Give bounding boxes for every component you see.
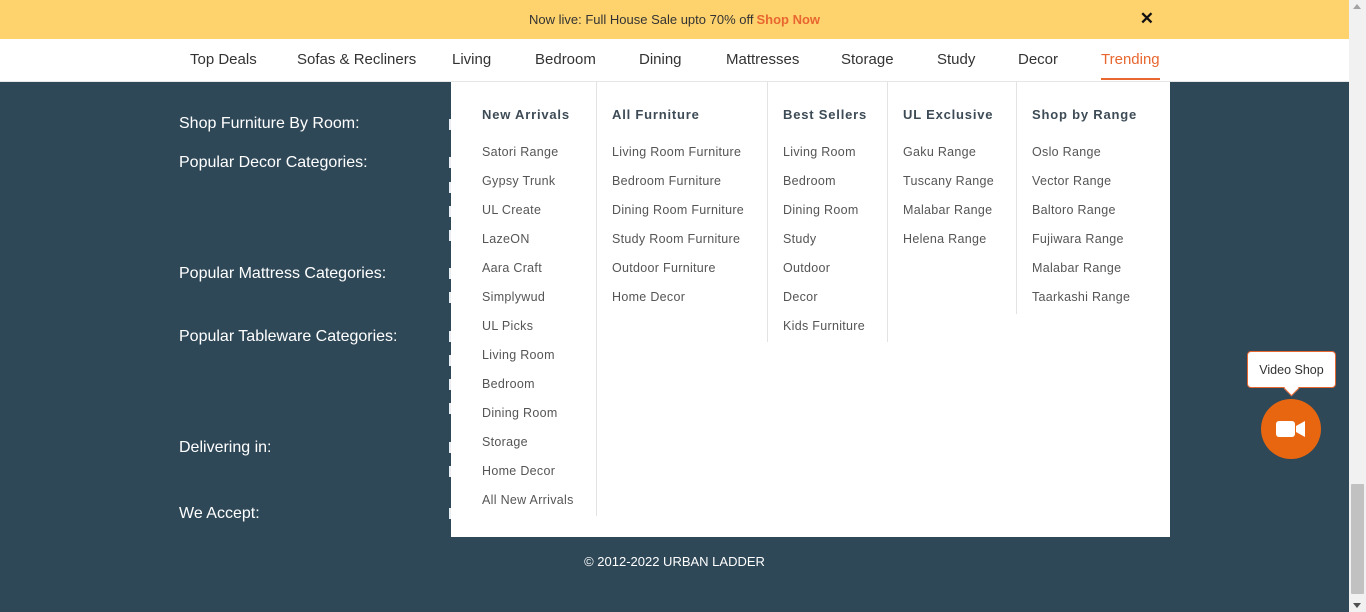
menu-item[interactable]: LazeON xyxy=(482,232,574,261)
video-camera-icon xyxy=(1276,421,1305,437)
menu-item[interactable]: Living Room xyxy=(482,348,574,377)
nav-dining[interactable]: Dining xyxy=(639,51,682,68)
menu-item[interactable]: Malabar Range xyxy=(903,203,994,232)
menu-heading-all-furniture[interactable]: All Furniture xyxy=(612,107,700,122)
trending-mega-menu: New Arrivals Satori Range Gypsy Trunk UL… xyxy=(451,82,1170,537)
menu-item[interactable]: Home Decor xyxy=(612,290,744,319)
nav-mattresses[interactable]: Mattresses xyxy=(726,51,799,68)
menu-item[interactable]: UL Picks xyxy=(482,319,574,348)
menu-item[interactable]: Decor xyxy=(783,290,865,319)
nav-storage[interactable]: Storage xyxy=(841,51,894,68)
menu-item[interactable]: Tuscany Range xyxy=(903,174,994,203)
close-icon[interactable]: ✕ xyxy=(1140,9,1154,29)
nav-study[interactable]: Study xyxy=(937,51,975,68)
menu-column-shop-by-range: Shop by Range Oslo Range Vector Range Ba… xyxy=(1016,82,1170,314)
scrollbar-thumb[interactable] xyxy=(1351,484,1364,594)
nav-decor[interactable]: Decor xyxy=(1018,51,1058,68)
main-nav: Top Deals Sofas & Recliners Living Bedro… xyxy=(0,39,1349,82)
scroll-up-icon[interactable] xyxy=(1353,4,1361,9)
footer-label-accept: We Accept: xyxy=(179,505,260,522)
menu-item[interactable]: Storage xyxy=(482,435,574,464)
video-shop-tooltip[interactable]: Video Shop xyxy=(1247,351,1336,388)
nav-trending[interactable]: Trending xyxy=(1101,51,1160,80)
menu-item[interactable]: Baltoro Range xyxy=(1032,203,1130,232)
menu-item[interactable]: Taarkashi Range xyxy=(1032,290,1130,319)
menu-item[interactable]: Living Room Furniture xyxy=(612,145,744,174)
copyright-text: © 2012-2022 URBAN LADDER xyxy=(584,554,765,569)
menu-item[interactable]: Vector Range xyxy=(1032,174,1130,203)
footer-label-rooms: Shop Furniture By Room: xyxy=(179,115,360,132)
menu-heading-new-arrivals[interactable]: New Arrivals xyxy=(482,107,570,122)
promo-text: Now live: Full House Sale upto 70% off xyxy=(528,12,754,27)
menu-item[interactable]: Home Decor xyxy=(482,464,574,493)
promo-banner: Now live: Full House Sale upto 70% off S… xyxy=(0,0,1349,39)
scroll-down-icon[interactable] xyxy=(1353,603,1361,608)
menu-heading-best-sellers[interactable]: Best Sellers xyxy=(783,107,867,122)
menu-item[interactable]: Oslo Range xyxy=(1032,145,1130,174)
shop-now-link[interactable]: Shop Now xyxy=(756,12,820,27)
footer-label-decor: Popular Decor Categories: xyxy=(179,154,368,171)
menu-item[interactable]: Helena Range xyxy=(903,232,994,261)
menu-item[interactable]: All New Arrivals xyxy=(482,493,574,522)
menu-item[interactable]: Gaku Range xyxy=(903,145,994,174)
nav-sofas-recliners[interactable]: Sofas & Recliners xyxy=(297,51,416,68)
menu-item[interactable]: Living Room xyxy=(783,145,865,174)
nav-living[interactable]: Living xyxy=(452,51,491,68)
menu-item[interactable]: Malabar Range xyxy=(1032,261,1130,290)
video-shop-label: Video Shop xyxy=(1259,362,1324,377)
menu-item[interactable]: Gypsy Trunk xyxy=(482,174,574,203)
menu-item[interactable]: Kids Furniture xyxy=(783,319,865,348)
footer-label-tableware: Popular Tableware Categories: xyxy=(179,328,398,345)
menu-item[interactable]: Study xyxy=(783,232,865,261)
menu-column-all-furniture: All Furniture Living Room Furniture Bedr… xyxy=(596,82,768,516)
menu-item[interactable]: Dining Room Furniture xyxy=(612,203,744,232)
menu-item[interactable]: Bedroom xyxy=(482,377,574,406)
menu-item[interactable]: Outdoor xyxy=(783,261,865,290)
menu-item[interactable]: Bedroom xyxy=(783,174,865,203)
page-scrollbar[interactable] xyxy=(1349,0,1366,612)
footer-label-delivering: Delivering in: xyxy=(179,439,272,456)
nav-bedroom[interactable]: Bedroom xyxy=(535,51,596,68)
menu-item[interactable]: Dining Room xyxy=(783,203,865,232)
menu-item[interactable]: Aara Craft xyxy=(482,261,574,290)
menu-heading-ul-exclusive[interactable]: UL Exclusive xyxy=(903,107,993,122)
menu-item[interactable]: Bedroom Furniture xyxy=(612,174,744,203)
menu-item[interactable]: Outdoor Furniture xyxy=(612,261,744,290)
menu-column-new-arrivals: New Arrivals Satori Range Gypsy Trunk UL… xyxy=(451,82,597,519)
menu-item[interactable]: Satori Range xyxy=(482,145,574,174)
menu-item[interactable]: Simplywud xyxy=(482,290,574,319)
menu-column-best-sellers: Best Sellers Living Room Bedroom Dining … xyxy=(767,82,887,342)
video-shop-button[interactable] xyxy=(1261,399,1321,459)
menu-heading-shop-by-range[interactable]: Shop by Range xyxy=(1032,107,1137,122)
footer-label-mattress: Popular Mattress Categories: xyxy=(179,265,387,282)
menu-item[interactable]: UL Create xyxy=(482,203,574,232)
menu-item[interactable]: Fujiwara Range xyxy=(1032,232,1130,261)
menu-item[interactable]: Study Room Furniture xyxy=(612,232,744,261)
nav-top-deals[interactable]: Top Deals xyxy=(190,51,257,68)
menu-item[interactable]: Dining Room xyxy=(482,406,574,435)
menu-column-ul-exclusive: UL Exclusive Gaku Range Tuscany Range Ma… xyxy=(887,82,1017,342)
